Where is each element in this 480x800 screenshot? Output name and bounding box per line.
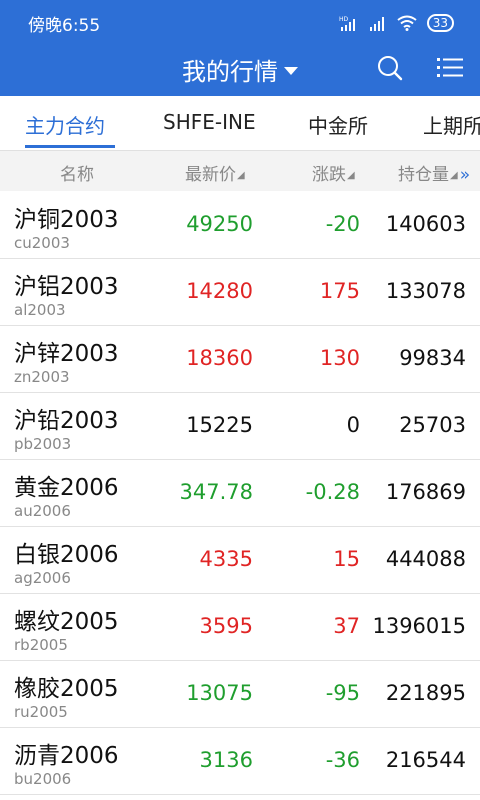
table-row[interactable]: 沪铜2003 cu2003 49250 -20 140603 <box>0 192 480 259</box>
sort-arrow-icon: ◢ <box>450 169 458 181</box>
header-open-interest[interactable]: 持仓量◢» <box>398 160 470 185</box>
price-change: 15 <box>333 547 360 571</box>
header-change[interactable]: 涨跌◢ <box>312 160 355 185</box>
contract-code: bu2006 <box>14 770 72 788</box>
table-row[interactable]: 沪锌2003 zn2003 18360 130 99834 <box>0 326 480 393</box>
page-title-dropdown[interactable]: 我的行情 <box>0 52 480 87</box>
header-name: 名称 <box>60 165 94 185</box>
open-interest: 25703 <box>399 413 466 437</box>
price-change: -0.28 <box>305 480 360 504</box>
caret-down-icon <box>284 67 298 75</box>
contract-code: ag2006 <box>14 569 71 587</box>
price-change: -95 <box>325 681 360 705</box>
price-change: -36 <box>325 748 360 772</box>
price-change: 37 <box>333 614 360 638</box>
contract-name: 沪铅2003 <box>14 408 119 434</box>
quote-list: 沪铜2003 cu2003 49250 -20 140603 沪铝2003 al… <box>0 192 480 795</box>
active-tab-indicator <box>25 145 115 148</box>
price-change: -20 <box>325 212 360 236</box>
app-bar: 我的行情 <box>0 46 480 96</box>
contract-code: al2003 <box>14 301 66 319</box>
table-row[interactable]: 橡胶2005 ru2005 13075 -95 221895 <box>0 661 480 728</box>
tab-shfe-ine[interactable]: SHFE-INE <box>163 110 256 134</box>
open-interest: 140603 <box>385 212 466 236</box>
contract-name: 橡胶2005 <box>14 676 119 702</box>
open-interest: 1396015 <box>372 614 466 638</box>
table-header: 名称 最新价◢ 涨跌◢ 持仓量◢» <box>0 151 480 191</box>
last-price: 3136 <box>199 748 253 772</box>
last-price: 3595 <box>199 614 253 638</box>
list-menu-icon[interactable] <box>434 52 466 84</box>
table-row[interactable]: 螺纹2005 rb2005 3595 37 1396015 <box>0 594 480 661</box>
tab-cffex[interactable]: 中金所 <box>308 110 368 139</box>
more-columns-icon[interactable]: » <box>460 165 470 185</box>
table-row[interactable]: 沪铝2003 al2003 14280 175 133078 <box>0 259 480 326</box>
contract-name: 沪锌2003 <box>14 341 119 367</box>
sort-arrow-icon: ◢ <box>237 169 245 181</box>
table-row[interactable]: 沥青2006 bu2006 3136 -36 216544 <box>0 728 480 795</box>
header-price[interactable]: 最新价◢ <box>185 160 245 185</box>
open-interest: 444088 <box>385 547 466 571</box>
sort-arrow-icon: ◢ <box>347 169 355 181</box>
open-interest: 216544 <box>385 748 466 772</box>
last-price: 4335 <box>199 547 253 571</box>
contract-name: 黄金2006 <box>14 475 119 501</box>
header-oi-label: 持仓量 <box>398 165 449 185</box>
open-interest: 133078 <box>385 279 466 303</box>
signal-hd-icon: HD <box>339 16 355 31</box>
price-change: 175 <box>319 279 360 303</box>
status-icons: HD 33 <box>339 12 454 34</box>
battery-level: 33 <box>432 16 448 30</box>
tab-main-contracts[interactable]: 主力合约 <box>25 110 105 139</box>
contract-name: 沪铝2003 <box>14 274 119 300</box>
contract-code: au2006 <box>14 502 71 520</box>
last-price: 13075 <box>186 681 253 705</box>
contract-code: rb2005 <box>14 636 68 654</box>
contract-code: ru2005 <box>14 703 68 721</box>
open-interest: 176869 <box>385 480 466 504</box>
signal-icon <box>369 17 384 31</box>
tab-shfe[interactable]: 上期所 <box>423 110 480 139</box>
table-row[interactable]: 黄金2006 au2006 347.78 -0.28 176869 <box>0 460 480 527</box>
table-row[interactable]: 白银2006 ag2006 4335 15 444088 <box>0 527 480 594</box>
last-price: 14280 <box>186 279 253 303</box>
last-price: 347.78 <box>179 480 253 504</box>
search-icon[interactable] <box>374 52 406 84</box>
header-change-label: 涨跌 <box>312 165 346 185</box>
header-price-label: 最新价 <box>185 165 236 185</box>
contract-code: cu2003 <box>14 234 70 252</box>
price-change: 0 <box>346 413 360 437</box>
contract-name: 螺纹2005 <box>14 609 119 635</box>
contract-name: 白银2006 <box>14 542 119 568</box>
open-interest: 221895 <box>385 681 466 705</box>
contract-code: pb2003 <box>14 435 72 453</box>
page-title: 我的行情 <box>182 58 278 86</box>
table-row[interactable]: 沪铅2003 pb2003 15225 0 25703 <box>0 393 480 460</box>
contract-name: 沥青2006 <box>14 743 119 769</box>
open-interest: 99834 <box>399 346 466 370</box>
last-price: 49250 <box>186 212 253 236</box>
status-time: 傍晚6:55 <box>28 16 101 36</box>
last-price: 15225 <box>186 413 253 437</box>
market-tabs: 主力合约 SHFE-INE 中金所 上期所 <box>0 96 480 151</box>
price-change: 130 <box>319 346 360 370</box>
wifi-icon <box>397 15 417 31</box>
last-price: 18360 <box>186 346 253 370</box>
battery-icon: 33 <box>426 14 454 32</box>
contract-code: zn2003 <box>14 368 70 386</box>
contract-name: 沪铜2003 <box>14 207 119 233</box>
status-bar: 傍晚6:55 HD 33 <box>0 0 480 46</box>
svg-text:HD: HD <box>339 16 349 23</box>
